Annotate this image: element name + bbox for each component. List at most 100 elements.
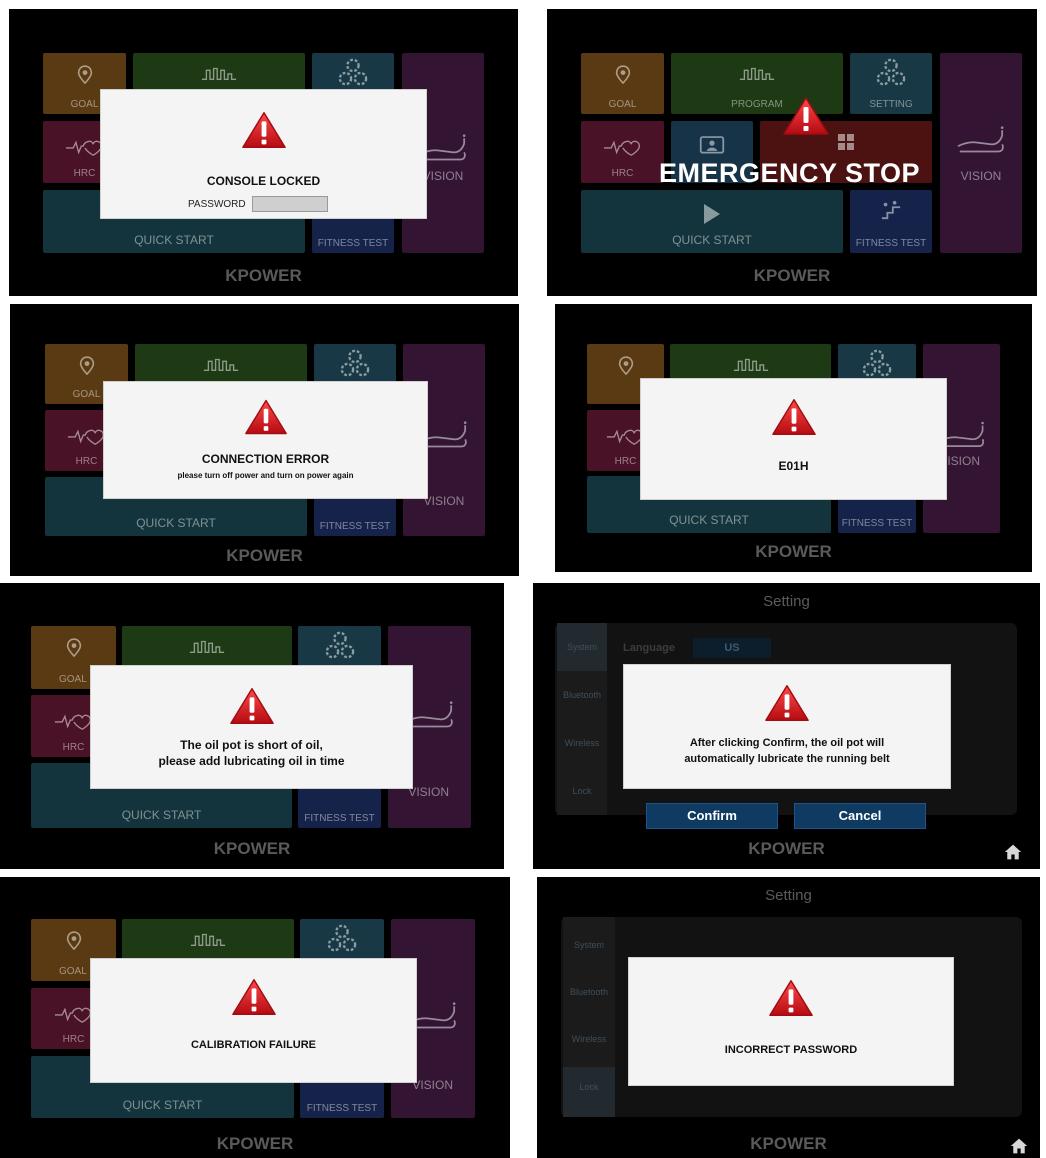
heart-pulse-icon xyxy=(54,1004,94,1024)
console-locked-dialog: CONSOLE LOCKED PASSWORD xyxy=(100,89,427,219)
program-wave-icon xyxy=(739,65,775,81)
location-pin-icon xyxy=(79,356,95,376)
tile-goal-label: GOAL xyxy=(608,99,637,110)
home-icon[interactable] xyxy=(1009,1137,1029,1155)
tab-lock[interactable]: Lock xyxy=(557,767,607,815)
warning-triangle-icon xyxy=(244,398,288,436)
dialog-title: INCORRECT PASSWORD xyxy=(724,1044,858,1056)
connection-error-dialog: CONNECTION ERROR please turn off power a… xyxy=(103,381,428,499)
location-pin-icon xyxy=(66,638,82,658)
tile-fitness-test-label: FITNESS TEST xyxy=(304,813,375,824)
tab-lock[interactable]: Lock xyxy=(563,1067,615,1117)
stairs-icon xyxy=(880,200,902,220)
oil-confirm-dialog: After clicking Confirm, the oil pot will… xyxy=(623,664,951,789)
tile-fitness-test-label: FITNESS TEST xyxy=(306,1103,378,1114)
gears-icon xyxy=(876,57,906,87)
language-label: Language xyxy=(623,642,675,654)
tab-bluetooth[interactable]: Bluetooth xyxy=(557,671,607,719)
gears-icon xyxy=(862,348,892,378)
play-icon xyxy=(702,202,722,226)
dialog-title: E01H xyxy=(778,459,809,473)
tab-wireless[interactable]: Wireless xyxy=(557,719,607,767)
tile-quick-start-label: QUICK START xyxy=(669,513,749,527)
warning-triangle-icon xyxy=(231,977,277,1017)
panel-oil-confirm: Setting System Bluetooth Wireless Lock L… xyxy=(533,583,1040,869)
tile-quick-start-label: QUICK START xyxy=(134,233,214,247)
heart-pulse-icon xyxy=(603,137,643,157)
gears-icon xyxy=(327,923,357,953)
tile-quick-start-label: QUICK START xyxy=(672,233,752,247)
panel-error-code: GOAL VISION HRC QUICK START FITNESS TEST… xyxy=(555,304,1032,572)
user-folder-icon xyxy=(699,133,725,155)
tile-hrc-label: HRC xyxy=(611,168,634,179)
location-pin-icon xyxy=(615,65,631,85)
gears-icon xyxy=(325,630,355,660)
cancel-button[interactable]: Cancel xyxy=(794,803,926,829)
dialog-line-2: please add lubricating oil in time xyxy=(158,754,345,768)
warning-triangle-icon xyxy=(782,95,830,137)
program-wave-icon xyxy=(203,356,239,372)
program-wave-icon xyxy=(189,638,225,654)
tab-system[interactable]: System xyxy=(563,917,615,967)
tile-quick-start[interactable]: QUICK START xyxy=(581,190,843,253)
panel-calibration-failure: GOAL VISION HRC QUICK START FITNESS TEST… xyxy=(0,877,510,1158)
grid-icon xyxy=(837,133,855,151)
tile-fitness-test[interactable]: FITNESS TEST xyxy=(850,190,932,253)
incorrect-password-dialog: INCORRECT PASSWORD xyxy=(628,957,954,1086)
tile-vision-label: VISION xyxy=(960,169,1002,183)
password-label: PASSWORD xyxy=(188,199,246,210)
location-pin-icon xyxy=(66,931,82,951)
tab-system[interactable]: System xyxy=(557,623,607,671)
panel-emergency-stop: GOAL PROGRAM SETTING VISION HRC QUICK ST… xyxy=(547,9,1037,296)
warning-triangle-icon xyxy=(768,978,814,1018)
tile-quick-start-label: QUICK START xyxy=(121,808,202,822)
confirm-button[interactable]: Confirm xyxy=(646,803,778,829)
tab-wireless[interactable]: Wireless xyxy=(563,1017,615,1067)
dialog-line-2: automatically lubricate the running belt xyxy=(684,753,890,765)
error-code-dialog: E01H xyxy=(640,378,947,500)
page-title: Setting xyxy=(763,593,810,610)
brand-logo: KPOWER xyxy=(216,1134,294,1153)
location-pin-icon xyxy=(618,356,634,376)
program-wave-icon xyxy=(201,65,237,81)
tile-goal[interactable]: GOAL xyxy=(581,53,664,114)
language-select[interactable]: US xyxy=(693,638,771,658)
dialog-line-1: The oil pot is short of oil, xyxy=(180,738,323,752)
tile-fitness-test-label: FITNESS TEST xyxy=(319,521,391,532)
heart-pulse-icon xyxy=(67,426,107,446)
warning-triangle-icon xyxy=(229,686,275,726)
program-wave-icon xyxy=(733,356,769,372)
location-pin-icon xyxy=(77,65,93,85)
dialog-title: CONSOLE LOCKED xyxy=(206,174,321,188)
tile-vision[interactable]: VISION xyxy=(940,53,1022,253)
calibration-failure-dialog: CALIBRATION FAILURE xyxy=(90,958,417,1083)
tile-quick-start-label: QUICK START xyxy=(122,1098,203,1112)
tile-setting[interactable]: SETTING xyxy=(850,53,932,114)
setting-sidebar: System Bluetooth Wireless Lock xyxy=(557,623,607,815)
warning-triangle-icon xyxy=(771,397,817,437)
brand-logo: KPOWER xyxy=(225,266,302,285)
warning-triangle-icon xyxy=(241,110,287,150)
tile-quick-start-label: QUICK START xyxy=(136,516,216,530)
home-icon[interactable] xyxy=(1003,843,1023,861)
tile-fitness-test-label: FITNESS TEST xyxy=(317,238,389,249)
panel-incorrect-password: Setting System Bluetooth Wireless Lock I… xyxy=(537,877,1040,1158)
tile-fitness-test-label: FITNESS TEST xyxy=(841,518,913,529)
brand-logo: KPOWER xyxy=(226,546,303,565)
oil-short-dialog: The oil pot is short of oil, please add … xyxy=(90,665,413,789)
emergency-stop-text: EMERGENCY STOP xyxy=(659,158,921,188)
dialog-title: CALIBRATION FAILURE xyxy=(190,1039,317,1051)
program-wave-icon xyxy=(190,931,226,947)
brand-logo: KPOWER xyxy=(750,1134,827,1153)
panel-connection-error: GOAL VISION HRC QUICK START FITNESS TEST… xyxy=(10,304,519,576)
brand-logo: KPOWER xyxy=(748,839,825,858)
page-title: Setting xyxy=(765,887,812,904)
password-input[interactable] xyxy=(252,196,328,212)
tile-fitness-test-label: FITNESS TEST xyxy=(855,238,927,249)
brand-logo: KPOWER xyxy=(753,266,831,285)
setting-sidebar: System Bluetooth Wireless Lock xyxy=(563,917,615,1117)
brand-logo: KPOWER xyxy=(213,839,291,858)
tile-hrc[interactable]: HRC xyxy=(581,121,664,183)
tab-bluetooth[interactable]: Bluetooth xyxy=(563,967,615,1017)
gears-icon xyxy=(340,348,370,378)
